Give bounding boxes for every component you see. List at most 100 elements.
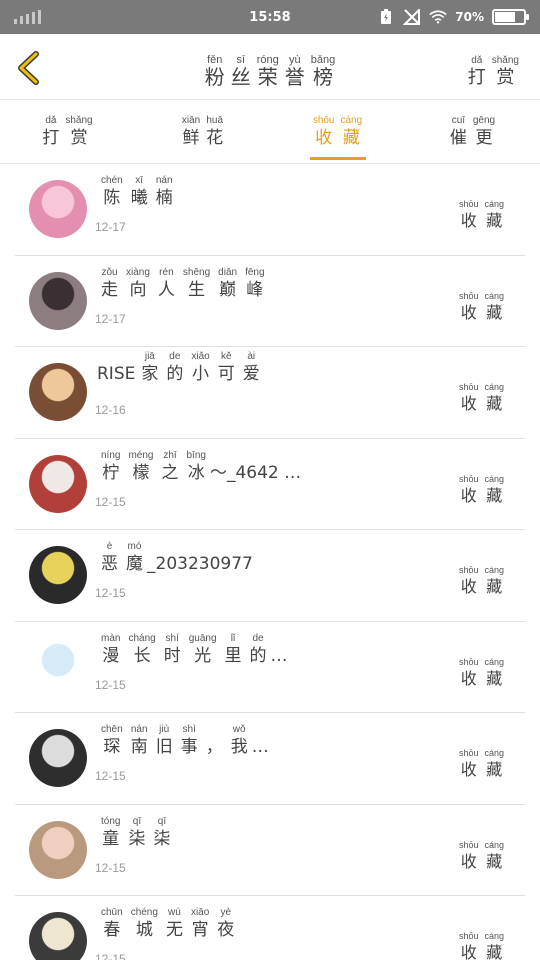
hanzi: 之 [161,462,179,483]
ruby-char: shōu 收 [459,930,479,960]
hanzi: 柠 [102,462,120,483]
pinyin: tóng [101,815,121,827]
ruby-char: yù 誉 [285,54,305,88]
tab-reward[interactable]: dǎ 打 shǎng 赏 [0,100,135,163]
hanzi: 收 [460,302,477,322]
pinyin: níng [101,449,121,461]
pinyin: huā [206,114,224,126]
hanzi: 藏 [486,943,503,960]
list-item[interactable]: chēn 琛 nán 南 jiù 旧 shì 事 ， wǒ 我… 12-15 shōu 收 cáng 藏 [15,713,525,805]
ruby-char: ， [206,724,223,758]
avatar[interactable] [29,637,87,696]
ruby-char: cháng 长 [128,633,155,667]
avatar[interactable] [29,180,87,238]
pinyin: de [252,632,264,644]
pinyin: wǒ [232,724,246,735]
favorite-label: shōu 收 cáng 藏 [456,833,507,873]
pinyin: cáng [484,656,504,667]
list-item[interactable]: RISE jiā 家 de 的 xiǎo 小 kě 可 ài 爱 12-16 shōu 收 cáng 藏 [15,347,525,439]
tab-urge-update[interactable]: cuī 催 gēng 更 [405,100,540,163]
pinyin: rén [159,266,174,278]
pinyin: jiù [159,724,170,735]
hanzi: 魔 [126,554,143,574]
avatar[interactable] [29,729,87,787]
hanzi: 荣 [257,65,278,89]
date-label: 12-15 [95,952,126,960]
ruby-char: guāng 光 [189,633,217,667]
hanzi: 里 [224,645,242,666]
avatar[interactable] [29,912,87,960]
tab-flowers[interactable]: xiān 鲜 huā 花 [135,100,270,163]
pinyin: shōu [458,199,479,209]
pinyin: nán [155,175,173,186]
avatar[interactable] [29,546,87,604]
hanzi: 更 [475,127,493,148]
tab-bar: dǎ 打 shǎng 赏 xiān 鲜 huā 花 shōu 收 cáng 藏 cuī 催 gēng 更 [0,100,540,164]
battery-percent: 70% [455,10,484,24]
ruby-char: zǒu 走 [101,267,118,301]
ruby-char: cáng 藏 [484,564,504,598]
pinyin: shōu [458,656,479,667]
ruby-char: dǎ 打 [42,115,59,149]
ruby-char: bǎng 榜 [311,54,335,88]
user-name: chén 陈 xī 曦 nán 楠 [97,168,177,209]
pinyin: zhī [163,449,177,461]
hanzi: 人 [157,279,175,300]
name-suffix: … [270,645,288,666]
ruby-char: qī 柒 [153,816,170,850]
hanzi: 藏 [486,394,503,413]
avatar[interactable] [29,363,87,421]
hanzi: 誉 [284,65,305,89]
ruby-char: wǒ 我 [231,724,248,758]
list-item[interactable]: chén 陈 xī 曦 nán 楠 12-17 shōu 收 cáng 藏 [15,164,525,256]
pinyin: cuī [451,114,466,126]
list-item[interactable]: chūn 春 chéng 城 wú 无 xiāo 宵 yè 夜 12-15 shōu 收 cáng 藏 [15,896,525,960]
favorite-label: shōu 收 cáng 藏 [456,375,507,415]
hanzi: 南 [130,737,148,757]
pinyin: jiā [144,351,155,362]
user-name: tóng 童 qī 柒 qī 柒 [97,809,174,850]
list-item[interactable]: zǒu 走 xiàng 向 rén 人 shēng 生 diān 巅 fēng 峰 12-17 shōu 收… [15,256,525,347]
avatar[interactable] [29,820,87,879]
avatar[interactable] [29,454,87,513]
pinyin: ài [247,351,256,362]
ruby-char: rén 人 [158,267,175,301]
hanzi: 打 [42,127,60,148]
list-item[interactable]: níng 柠 méng 檬 zhī 之 bīng 冰～_4642 … 12-15 shōu 收 cán… [15,439,525,530]
pinyin: shōu [458,290,479,301]
hanzi: 冰 [187,462,205,483]
reward-button[interactable]: dǎ 打 shǎng 赏 [465,48,522,89]
date-label: 12-15 [95,860,126,875]
pinyin: diān [218,266,238,278]
ruby-char: lǐ 里 [225,633,242,667]
hanzi: 走 [101,279,118,300]
pinyin: fēng [245,266,265,278]
ruby-char: de 的 [166,351,183,385]
pinyin: shí [165,632,179,644]
tab-favorites[interactable]: shōu 收 cáng 藏 [270,100,405,163]
hanzi: 藏 [486,851,503,871]
ruby-char: shōu 收 [459,656,479,690]
pinyin: xiān [181,114,201,126]
pinyin: zǒu [101,266,118,278]
pinyin: cáng [484,473,504,484]
hanzi: 藏 [342,127,360,148]
hanzi: 丝 [230,65,251,89]
hanzi: 旧 [155,737,173,757]
pinyin: cáng [340,114,363,126]
avatar[interactable] [29,271,87,330]
pinyin: shēng [182,266,211,278]
ruby-char: cáng 藏 [484,381,504,415]
hanzi: 鲜 [182,127,200,148]
list-item[interactable]: tóng 童 qī 柒 qī 柒 12-15 shōu 收 cáng 藏 [15,805,525,896]
ruby-char: bīng 冰 [186,450,205,484]
pinyin: shōu [312,114,335,126]
pinyin: méng [128,449,154,461]
pinyin [213,724,216,736]
ruby-char: shì 事 [181,724,198,758]
list-item[interactable]: màn 漫 cháng 长 shí 时 guāng 光 lǐ 里 de 的… 12-15 shōu 收 cán… [15,622,525,713]
hanzi: 光 [194,645,212,666]
list-item[interactable]: è 恶 mó 魔 _203230977 12-15 shōu 收 cáng 藏 [15,530,525,622]
pinyin: shì [182,724,196,735]
ruby-char: sī 丝 [231,54,251,88]
